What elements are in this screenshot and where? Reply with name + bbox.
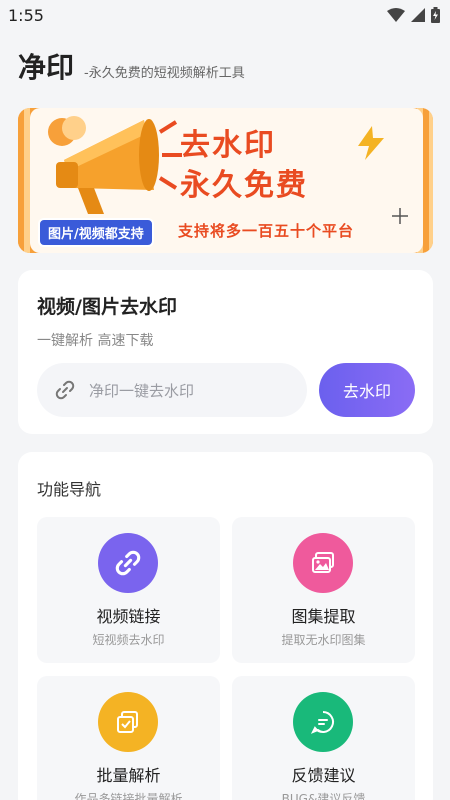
tile-video-link-sub: 短视频去水印: [92, 633, 165, 647]
remove-watermark-button[interactable]: 去水印: [319, 363, 415, 417]
tile-batch-parse[interactable]: 批量解析 作品多链接批量解析: [37, 676, 220, 800]
status-time: 1:55: [8, 6, 44, 25]
tile-video-link-label: 视频链接: [96, 607, 161, 626]
feature-nav-card: 功能导航 视频链接 短视频去水印 图集提取 提取无水印图集 批量解析 作品多链接…: [18, 452, 433, 800]
tile-feedback-sub: BUG&建议反馈: [281, 792, 366, 800]
tile-batch-sub: 作品多链接批量解析: [74, 792, 183, 800]
banner-headline-line2: 永久免费: [180, 168, 308, 203]
app-subtitle: -永久免费的短视频解析工具: [84, 66, 245, 81]
gallery-icon: [312, 552, 334, 573]
parse-card: 视频/图片去水印 一键解析 高速下载 净印一键去水印 去水印: [18, 270, 433, 434]
link-icon: [115, 550, 141, 576]
tile-video-link[interactable]: 视频链接 短视频去水印: [37, 517, 220, 663]
wifi-icon: [387, 8, 405, 22]
lightning-icon: [358, 126, 384, 160]
megaphone-icon: [48, 116, 182, 214]
banner-support-text: 支持将多一百五十个平台: [178, 222, 355, 240]
signal-icon: [411, 8, 425, 22]
tile-batch-label: 批量解析: [96, 766, 161, 785]
tile-gallery-label: 图集提取: [291, 607, 356, 626]
status-bar: 1:55: [0, 0, 450, 32]
tile-feedback-circle: [293, 692, 353, 752]
app-title: 净印: [18, 51, 75, 84]
battery-icon: [431, 7, 440, 23]
sparkle-icon: [392, 208, 408, 224]
link-input[interactable]: 净印一键去水印: [37, 363, 307, 417]
status-icons: [387, 7, 440, 23]
banner-headline-line1: 去水印: [180, 128, 276, 163]
tile-gallery-extract[interactable]: 图集提取 提取无水印图集: [232, 517, 415, 663]
banner-tag: 图片/视频都支持: [38, 218, 154, 247]
chat-icon: [310, 711, 334, 734]
link-icon: [55, 380, 75, 400]
banner-headline: 去水印 永久免费: [180, 126, 308, 206]
feature-nav-title: 功能导航: [37, 480, 102, 499]
tile-batch-circle: [98, 692, 158, 752]
tile-gallery-sub: 提取无水印图集: [281, 633, 366, 647]
batch-icon: [117, 711, 138, 733]
tile-feedback[interactable]: 反馈建议 BUG&建议反馈: [232, 676, 415, 800]
promo-banner[interactable]: 去水印 永久免费 图片/视频都支持 支持将多一百五十个平台: [18, 108, 433, 253]
tile-feedback-label: 反馈建议: [291, 766, 356, 785]
tile-gallery-circle: [293, 533, 353, 593]
link-input-placeholder: 净印一键去水印: [89, 381, 195, 400]
app-header: 净印 -永久免费的短视频解析工具: [18, 46, 245, 86]
parse-card-subtitle: 一键解析 高速下载: [37, 333, 154, 349]
parse-card-title: 视频/图片去水印: [37, 296, 177, 318]
tile-video-link-circle: [98, 533, 158, 593]
